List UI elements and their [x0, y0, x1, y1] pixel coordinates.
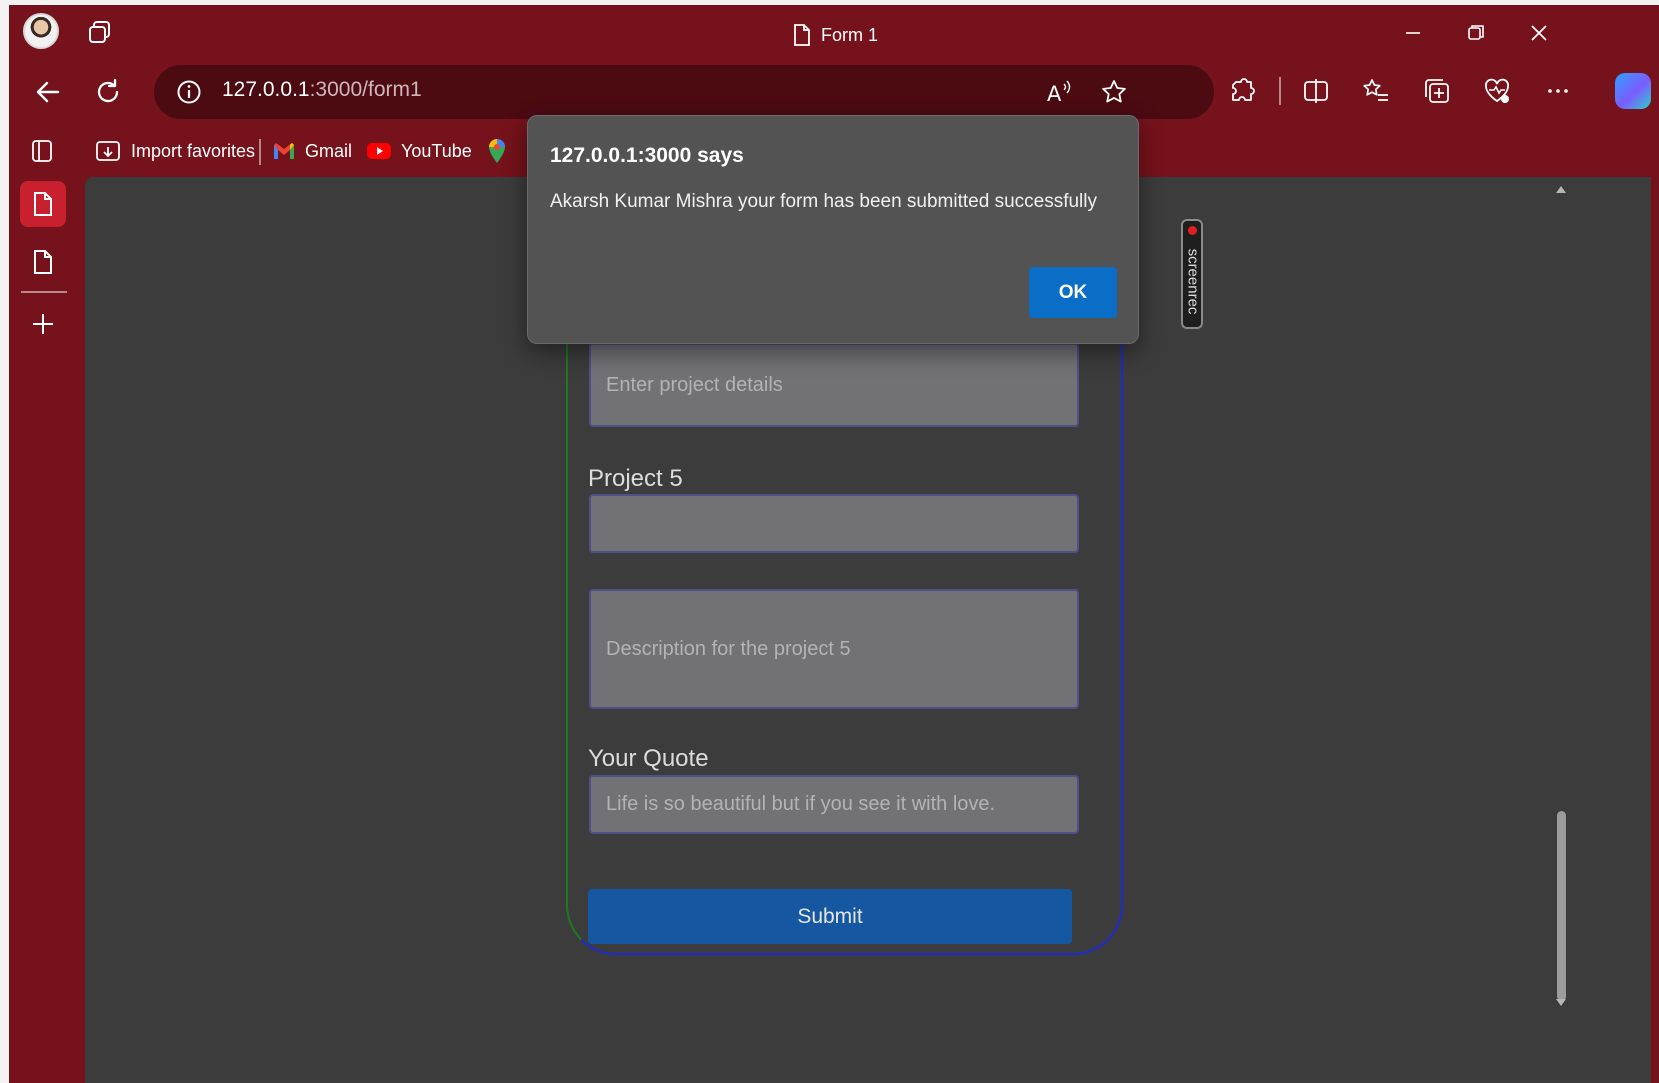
new-tab-button[interactable]: [20, 301, 66, 347]
tab-title: Form 1: [793, 23, 878, 47]
screenrec-widget[interactable]: screenrec: [1181, 219, 1203, 329]
workspaces-icon[interactable]: [87, 19, 113, 45]
copilot-icon[interactable]: [1615, 73, 1651, 109]
extensions-icon[interactable]: [1227, 76, 1257, 106]
favorite-youtube[interactable]: YouTube: [367, 137, 472, 165]
tab-actions-icon[interactable]: [29, 137, 55, 165]
refresh-icon[interactable]: [91, 75, 125, 109]
dialog-message: Akarsh Kumar Mishra your form has been s…: [550, 191, 1097, 212]
svg-text:A: A: [1047, 82, 1062, 106]
maps-icon: [489, 139, 505, 163]
back-icon[interactable]: [31, 75, 65, 109]
favorite-maps[interactable]: [487, 137, 507, 165]
favorite-star-icon[interactable]: [1100, 78, 1128, 106]
project5-description-placeholder: Description for the project 5: [606, 637, 851, 660]
favorite-import[interactable]: Import favorites: [95, 137, 255, 165]
project5-input[interactable]: [589, 494, 1079, 553]
page-icon: [794, 24, 810, 46]
project-details-placeholder: Enter project details: [606, 373, 783, 396]
page-scrollbar[interactable]: [1551, 181, 1569, 1081]
project5-description-textarea[interactable]: Description for the project 5: [589, 589, 1079, 709]
url-host: 127.0.0.1: [222, 78, 310, 101]
favorites-list-icon[interactable]: [1361, 76, 1391, 106]
favorite-gmail[interactable]: Gmail: [273, 137, 352, 165]
page-icon: [34, 192, 52, 216]
url-path: :3000/form1: [309, 78, 422, 101]
browser-window: Form 1 127.0.0.1:3000/form1 A Import fav…: [9, 5, 1659, 1083]
favorite-label: YouTube: [401, 140, 472, 161]
quote-input[interactable]: Life is so beautiful but if you see it w…: [589, 775, 1079, 834]
favorites-divider: [259, 139, 261, 165]
dialog-title: 127.0.0.1:3000 says: [550, 144, 744, 167]
alert-dialog: 127.0.0.1:3000 says Akarsh Kumar Mishra …: [527, 115, 1139, 344]
profile-avatar[interactable]: [23, 13, 59, 49]
page-icon: [34, 250, 52, 274]
favorite-label: Import favorites: [131, 140, 256, 161]
submit-button[interactable]: Submit: [588, 889, 1072, 944]
restore-icon[interactable]: [1462, 19, 1490, 47]
scroll-thumb[interactable]: [1557, 811, 1566, 1001]
site-info-icon[interactable]: [176, 79, 202, 105]
gmail-icon: [274, 143, 294, 159]
address-bar[interactable]: 127.0.0.1:3000/form1 A: [154, 65, 1214, 119]
vertical-tab[interactable]: [20, 239, 66, 285]
import-favorites-icon: [96, 141, 120, 161]
plus-icon: [33, 314, 53, 334]
favorite-label: Gmail: [305, 140, 353, 161]
browser-essentials-icon[interactable]: [1482, 76, 1512, 106]
vertical-tab-active[interactable]: [20, 181, 66, 227]
title-bar: Form 1: [9, 5, 1659, 61]
split-screen-icon[interactable]: [1301, 76, 1331, 106]
youtube-icon: [367, 143, 391, 159]
vertical-tabs-divider: [21, 291, 67, 293]
project5-label: Project 5: [588, 465, 683, 492]
project-details-textarea[interactable]: Enter project details: [589, 343, 1079, 427]
scroll-down-icon[interactable]: [1554, 997, 1568, 1009]
ok-button[interactable]: OK: [1029, 267, 1117, 318]
scroll-up-icon[interactable]: [1554, 183, 1568, 195]
close-icon[interactable]: [1525, 19, 1553, 47]
read-aloud-icon[interactable]: A: [1044, 78, 1072, 106]
vertical-tabs: [9, 177, 79, 1083]
quote-label: Your Quote: [588, 745, 709, 772]
url-text[interactable]: 127.0.0.1:3000/form1: [222, 78, 422, 102]
screenrec-label: screenrec: [1184, 248, 1202, 315]
quote-value: Life is so beautiful but if you see it w…: [606, 793, 996, 815]
minimize-icon[interactable]: [1399, 19, 1427, 47]
collections-icon[interactable]: [1422, 76, 1452, 106]
more-options-icon[interactable]: [1543, 76, 1573, 106]
toolbar-divider: [1279, 77, 1281, 105]
tab-title-text: Form 1: [821, 24, 879, 45]
